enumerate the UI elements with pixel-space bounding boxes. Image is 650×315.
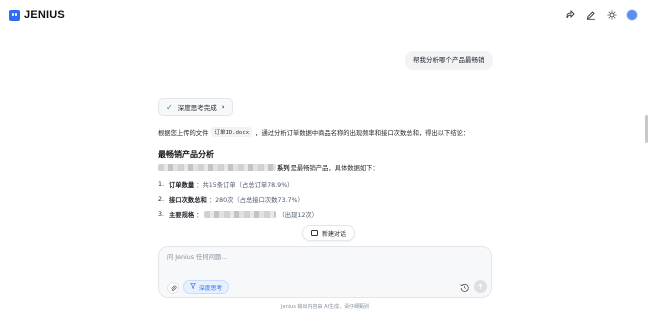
file-name-code: 订单ID.docx <box>211 127 253 137</box>
deep-think-status-label: 深度思考完成 <box>177 104 217 112</box>
list-number: 3. <box>158 211 165 218</box>
top-bar: JENIUS <box>0 0 650 30</box>
best-product-line: 系列 是最畅销产品，具体数据如下： <box>158 163 379 172</box>
header-actions <box>563 8 638 21</box>
new-chat-label: 新建对话 <box>322 230 347 238</box>
deep-think-status-chip[interactable]: ✓ 深度思考完成 › <box>158 98 233 116</box>
section-title: 最畅销产品分析 <box>158 150 214 159</box>
share-icon[interactable] <box>563 8 576 21</box>
arrow-up-icon <box>478 283 483 289</box>
deep-think-icon <box>190 283 196 291</box>
deep-think-toggle[interactable]: 深度思考 <box>183 280 230 294</box>
list-item-label: 主要规格 <box>169 212 195 219</box>
best-line-suffix: 是最畅销产品，具体数据如下： <box>290 165 379 172</box>
list-item-value: ：280次（占总接口次数73.7%） <box>208 197 304 204</box>
redacted-spec <box>204 211 277 218</box>
edit-icon[interactable] <box>584 8 597 21</box>
list-item-tail: （出现12次） <box>278 212 318 219</box>
list-item-value: ：共15条订单（占总订单78.9%） <box>196 182 294 189</box>
new-chat-button[interactable]: 新建对话 <box>302 225 356 241</box>
list-number: 1. <box>158 181 165 188</box>
answer-intro-prefix: 根据您上传的文件 <box>158 129 209 137</box>
history-icon[interactable] <box>459 282 469 292</box>
logo-text: JENIUS <box>24 9 65 21</box>
list-item: 1. 订单数量 ：共15条订单（占总订单78.9%） <box>158 177 318 192</box>
stats-list: 1. 订单数量 ：共15条订单（占总订单78.9%） 2. 接口次数总和 ：28… <box>158 177 318 222</box>
answer-intro-suffix: ，通过分析订单数据中商品名称的出现频率和接口次数总和，得出以下结论： <box>255 129 470 137</box>
composer: 深度思考 <box>158 246 492 298</box>
scrollbar[interactable] <box>645 115 648 143</box>
list-item-label: 订单数量 <box>169 182 195 189</box>
theme-icon[interactable] <box>605 8 618 21</box>
list-item-value: ： <box>196 212 203 219</box>
logo-icon <box>9 9 20 21</box>
send-button[interactable] <box>474 280 487 293</box>
list-item-label: 接口次数总和 <box>169 197 207 204</box>
user-message-bubble: 帮我分析哪个产品最畅销 <box>405 51 493 70</box>
series-label: 系列 <box>277 165 290 172</box>
deep-think-toggle-label: 深度思考 <box>199 285 223 292</box>
list-number: 2. <box>158 196 165 203</box>
ai-disclaimer: Jenius 输出内容由 AI生成，请仔细甄别 <box>281 304 369 310</box>
redacted-product-name <box>158 164 276 171</box>
chat-input[interactable] <box>167 254 467 261</box>
chevron-right-icon: › <box>221 103 225 111</box>
list-item: 3. 主要规格 ： （出现12次） <box>158 207 318 222</box>
list-item: 2. 接口次数总和 ：280次（占总接口次数73.7%） <box>158 192 318 207</box>
answer-intro: 根据您上传的文件 订单ID.docx ，通过分析订单数据中商品名称的出现频率和接… <box>158 127 469 137</box>
paperclip-icon[interactable] <box>167 282 179 294</box>
check-icon: ✓ <box>166 102 173 112</box>
app-logo[interactable]: JENIUS <box>9 9 65 21</box>
avatar[interactable] <box>626 8 638 21</box>
chat-bubble-icon <box>311 230 318 236</box>
